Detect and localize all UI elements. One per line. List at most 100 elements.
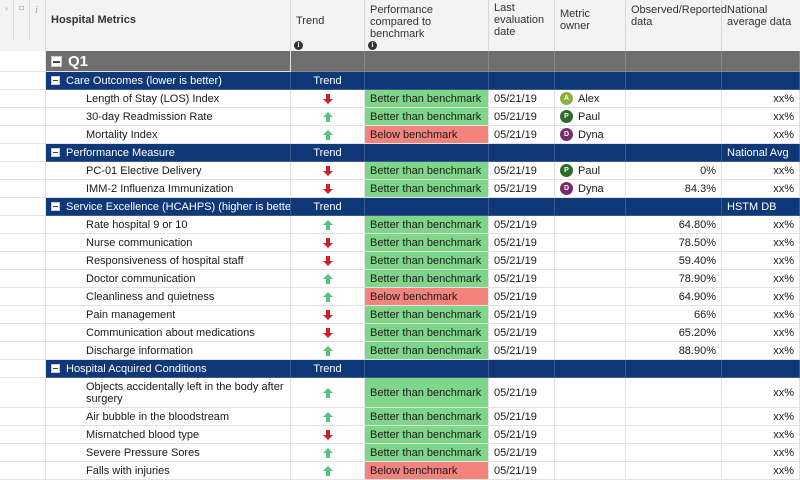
observed-data-cell[interactable] <box>626 108 722 126</box>
collapse-toggle-icon[interactable] <box>51 364 60 373</box>
table-row[interactable]: Doctor communication Better than benchmar… <box>0 270 800 288</box>
table-row[interactable]: Objects accidentally left in the body af… <box>0 378 800 408</box>
performance-info-icon[interactable]: i <box>368 41 377 50</box>
section-title-cell[interactable]: Performance Measure <box>46 144 291 162</box>
evaluation-date-cell[interactable]: 05/21/19 <box>489 216 555 234</box>
table-row[interactable]: Mismatched blood type Better than benchma… <box>0 426 800 444</box>
metric-owner-cell[interactable]: D Dyna <box>555 180 626 198</box>
evaluation-date-cell[interactable]: 05/21/19 <box>489 324 555 342</box>
section-title-cell[interactable]: Hospital Acquired Conditions <box>46 360 291 378</box>
national-average-cell[interactable]: xx% <box>722 306 800 324</box>
metric-owner-cell[interactable]: P Paul <box>555 162 626 180</box>
metric-name-cell[interactable]: Falls with injuries <box>46 462 291 480</box>
national-average-cell[interactable]: xx% <box>722 90 800 108</box>
collapse-toggle-icon[interactable] <box>51 76 60 85</box>
trend-cell[interactable] <box>291 252 365 270</box>
trend-cell[interactable] <box>291 270 365 288</box>
metric-owner-cell[interactable] <box>555 462 626 480</box>
national-average-cell[interactable]: xx% <box>722 252 800 270</box>
national-average-cell[interactable]: xx% <box>722 234 800 252</box>
metric-owner-cell[interactable] <box>555 270 626 288</box>
metric-owner-cell[interactable] <box>555 252 626 270</box>
trend-cell[interactable] <box>291 408 365 426</box>
national-average-cell[interactable]: xx% <box>722 162 800 180</box>
evaluation-date-cell[interactable]: 05/21/19 <box>489 378 555 408</box>
observed-data-cell[interactable]: 66% <box>626 306 722 324</box>
trend-cell[interactable] <box>291 288 365 306</box>
metric-name-cell[interactable]: Cleanliness and quietness <box>46 288 291 306</box>
trend-header[interactable]: Trend <box>291 0 365 40</box>
metric-owner-cell[interactable] <box>555 306 626 324</box>
trend-info-icon[interactable]: i <box>294 41 303 50</box>
metric-name-cell[interactable]: Air bubble in the bloodstream <box>46 408 291 426</box>
metric-owner-cell[interactable] <box>555 342 626 360</box>
metric-name-cell[interactable]: Nurse communication <box>46 234 291 252</box>
table-row[interactable]: Falls with injuries Below benchmark 05/21/… <box>0 462 800 480</box>
performance-cell[interactable]: Better than benchmark <box>365 378 489 408</box>
evaluation-date-cell[interactable]: 05/21/19 <box>489 108 555 126</box>
national-average-cell[interactable]: xx% <box>722 462 800 480</box>
table-row[interactable]: Length of Stay (LOS) Index Better than be… <box>0 90 800 108</box>
national-average-cell[interactable]: xx% <box>722 126 800 144</box>
national-average-cell[interactable]: xx% <box>722 108 800 126</box>
table-row[interactable]: Nurse communication Better than benchmark… <box>0 234 800 252</box>
metric-name-cell[interactable]: Communication about medications <box>46 324 291 342</box>
evaluation-date-cell[interactable]: 05/21/19 <box>489 462 555 480</box>
quarter-title-cell[interactable]: Q1 <box>46 51 291 72</box>
observed-data-cell[interactable]: 88.90% <box>626 342 722 360</box>
performance-cell[interactable]: Below benchmark <box>365 288 489 306</box>
performance-cell[interactable]: Better than benchmark <box>365 306 489 324</box>
trend-cell[interactable] <box>291 378 365 408</box>
metric-owner-cell[interactable] <box>555 324 626 342</box>
trend-cell[interactable] <box>291 216 365 234</box>
performance-cell[interactable]: Better than benchmark <box>365 162 489 180</box>
performance-header[interactable]: Performance compared to benchmark <box>365 0 489 40</box>
hospital-metrics-header[interactable]: Hospital Metrics <box>46 0 291 40</box>
observed-data-cell[interactable]: 64.90% <box>626 288 722 306</box>
evaluation-date-cell[interactable]: 05/21/19 <box>489 408 555 426</box>
table-row[interactable]: Cleanliness and quietness Below benchmark… <box>0 288 800 306</box>
national-average-cell[interactable]: xx% <box>722 324 800 342</box>
section-title-cell[interactable]: Care Outcomes (lower is better) <box>46 72 291 90</box>
observed-data-cell[interactable] <box>626 408 722 426</box>
metric-owner-header[interactable]: Metric owner <box>555 0 626 40</box>
metric-owner-cell[interactable] <box>555 234 626 252</box>
performance-cell[interactable]: Better than benchmark <box>365 270 489 288</box>
metric-owner-cell[interactable]: D Dyna <box>555 126 626 144</box>
attachments-column-header[interactable] <box>0 0 14 40</box>
national-average-cell[interactable]: xx% <box>722 378 800 408</box>
observed-data-cell[interactable]: 0% <box>626 162 722 180</box>
national-average-cell[interactable]: xx% <box>722 444 800 462</box>
trend-cell[interactable] <box>291 180 365 198</box>
national-average-cell[interactable]: xx% <box>722 288 800 306</box>
national-average-cell[interactable]: xx% <box>722 408 800 426</box>
metric-owner-cell[interactable] <box>555 288 626 306</box>
national-average-cell[interactable]: xx% <box>722 426 800 444</box>
evaluation-date-cell[interactable]: 05/21/19 <box>489 234 555 252</box>
performance-cell[interactable]: Below benchmark <box>365 126 489 144</box>
metric-name-cell[interactable]: Doctor communication <box>46 270 291 288</box>
national-header[interactable]: National average data <box>722 0 800 40</box>
observed-data-cell[interactable] <box>626 90 722 108</box>
performance-cell[interactable]: Better than benchmark <box>365 252 489 270</box>
metric-name-cell[interactable]: Discharge information <box>46 342 291 360</box>
observed-data-cell[interactable] <box>626 378 722 408</box>
evaluation-date-cell[interactable]: 05/21/19 <box>489 426 555 444</box>
metric-name-cell[interactable]: Length of Stay (LOS) Index <box>46 90 291 108</box>
national-average-cell[interactable]: xx% <box>722 270 800 288</box>
performance-cell[interactable]: Better than benchmark <box>365 180 489 198</box>
trend-cell[interactable] <box>291 162 365 180</box>
national-average-cell[interactable]: xx% <box>722 216 800 234</box>
trend-cell[interactable] <box>291 234 365 252</box>
last-evaluation-header[interactable]: Last evaluation date <box>489 0 555 40</box>
metric-name-cell[interactable]: Pain management <box>46 306 291 324</box>
evaluation-date-cell[interactable]: 05/21/19 <box>489 306 555 324</box>
observed-data-cell[interactable] <box>626 426 722 444</box>
metric-owner-cell[interactable] <box>555 444 626 462</box>
evaluation-date-cell[interactable]: 05/21/19 <box>489 162 555 180</box>
collapse-toggle-icon[interactable] <box>51 55 62 67</box>
observed-data-cell[interactable]: 59.40% <box>626 252 722 270</box>
performance-cell[interactable]: Better than benchmark <box>365 408 489 426</box>
performance-cell[interactable]: Better than benchmark <box>365 90 489 108</box>
performance-cell[interactable]: Better than benchmark <box>365 324 489 342</box>
